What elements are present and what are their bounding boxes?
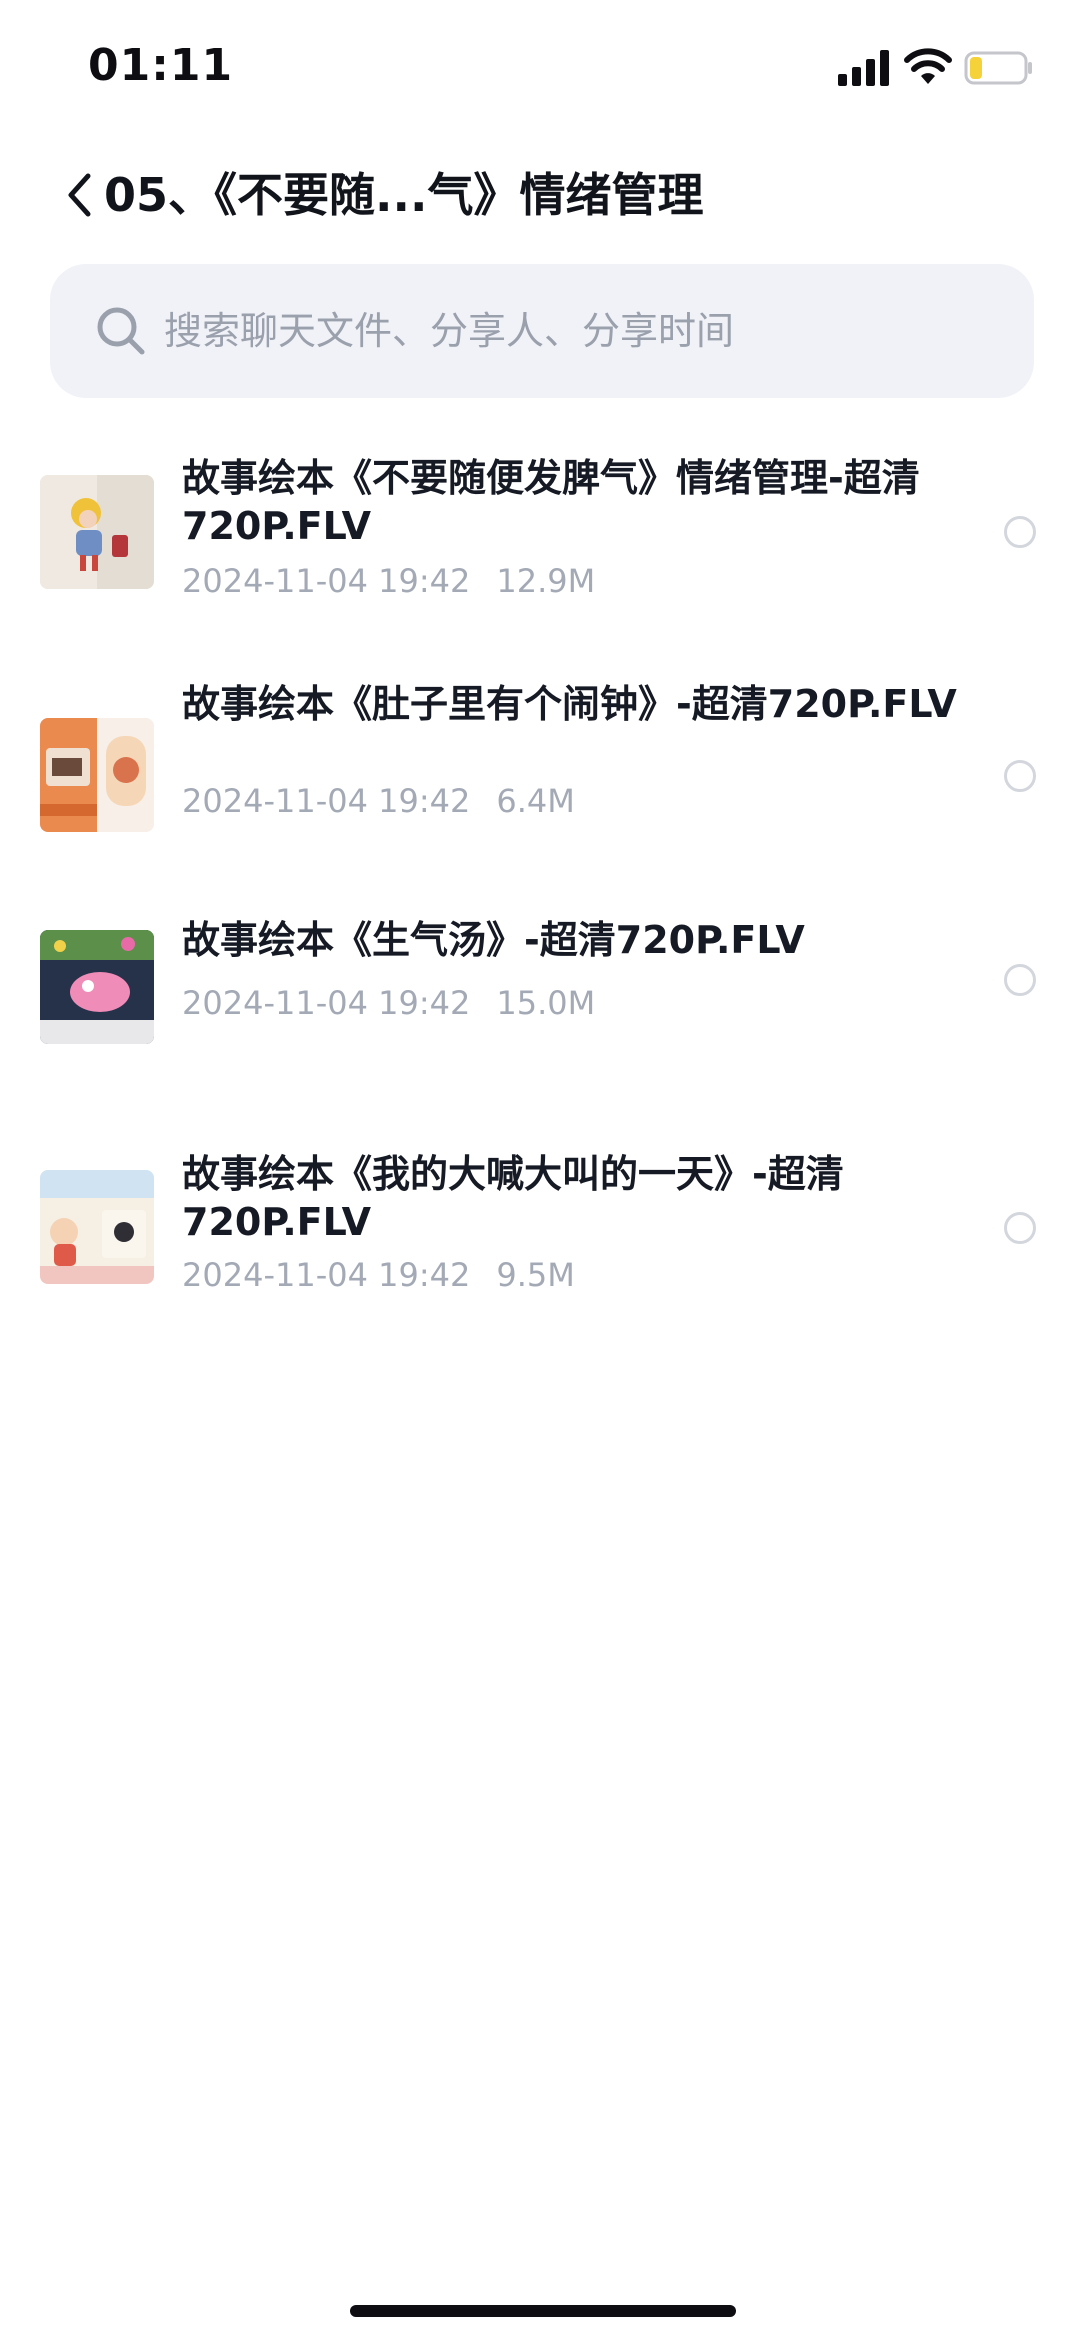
file-date: 2024-11-04 19:42 [182, 562, 471, 600]
search-input[interactable] [164, 309, 984, 353]
nav-header: 05、《不要随...气》情绪管理 [0, 150, 1080, 240]
select-radio[interactable] [1004, 964, 1036, 996]
file-size: 12.9M [496, 562, 596, 600]
home-indicator[interactable] [350, 2305, 736, 2317]
file-name: 故事绘本《肚子里有个闹钟》-超清720P.FLV [182, 682, 957, 726]
file-name: 故事绘本《不要随便发脾气》情绪管理-超清720P.FLV [182, 456, 920, 548]
file-size: 9.5M [496, 1256, 575, 1294]
file-item[interactable]: 故事绘本《不要随便发脾气》情绪管理-超清720P.FLV 2024-11-04 … [0, 420, 1080, 660]
file-name: 故事绘本《我的大喊大叫的一天》-超清720P.FLV [182, 1152, 844, 1244]
file-size: 6.4M [496, 782, 575, 820]
file-item[interactable]: 故事绘本《生气汤》-超清720P.FLV 2024-11-04 19:42 15.… [0, 890, 1080, 1130]
file-meta: 2024-11-04 19:42 6.4M [182, 782, 575, 820]
status-time: 01:11 [88, 40, 234, 91]
page-title: 05、《不要随...气》情绪管理 [104, 168, 704, 222]
file-thumbnail [40, 718, 154, 832]
file-meta: 2024-11-04 19:42 9.5M [182, 1256, 575, 1294]
file-thumbnail [40, 930, 154, 1044]
file-thumbnail [40, 1170, 154, 1284]
file-name: 故事绘本《生气汤》-超清720P.FLV [182, 918, 805, 962]
file-list: 故事绘本《不要随便发脾气》情绪管理-超清720P.FLV 2024-11-04 … [0, 420, 1080, 1370]
back-button[interactable] [56, 162, 102, 228]
select-radio[interactable] [1004, 516, 1036, 548]
select-radio[interactable] [1004, 1212, 1036, 1244]
file-thumbnail [40, 475, 154, 589]
file-meta: 2024-11-04 19:42 12.9M [182, 562, 595, 600]
file-item[interactable]: 故事绘本《我的大喊大叫的一天》-超清720P.FLV 2024-11-04 19… [0, 1130, 1080, 1370]
file-date: 2024-11-04 19:42 [182, 782, 471, 820]
chevron-left-icon [68, 173, 91, 217]
file-size: 15.0M [496, 984, 596, 1022]
battery-icon [964, 51, 1032, 85]
file-date: 2024-11-04 19:42 [182, 1256, 471, 1294]
status-bar: 01:11 [0, 0, 1080, 130]
signal-icon [838, 50, 889, 86]
file-date: 2024-11-04 19:42 [182, 984, 471, 1022]
file-meta: 2024-11-04 19:42 15.0M [182, 984, 595, 1022]
select-radio[interactable] [1004, 760, 1036, 792]
search-icon [97, 307, 145, 355]
file-list-page: 01:11 05、《不要随...气》情绪管理 搜索聊天文件、分享人、分享时间 故… [0, 0, 1080, 2337]
search-box[interactable] [50, 264, 1034, 398]
file-item[interactable]: 故事绘本《肚子里有个闹钟》-超清720P.FLV 2024-11-04 19:4… [0, 660, 1080, 890]
wifi-icon [904, 48, 952, 84]
